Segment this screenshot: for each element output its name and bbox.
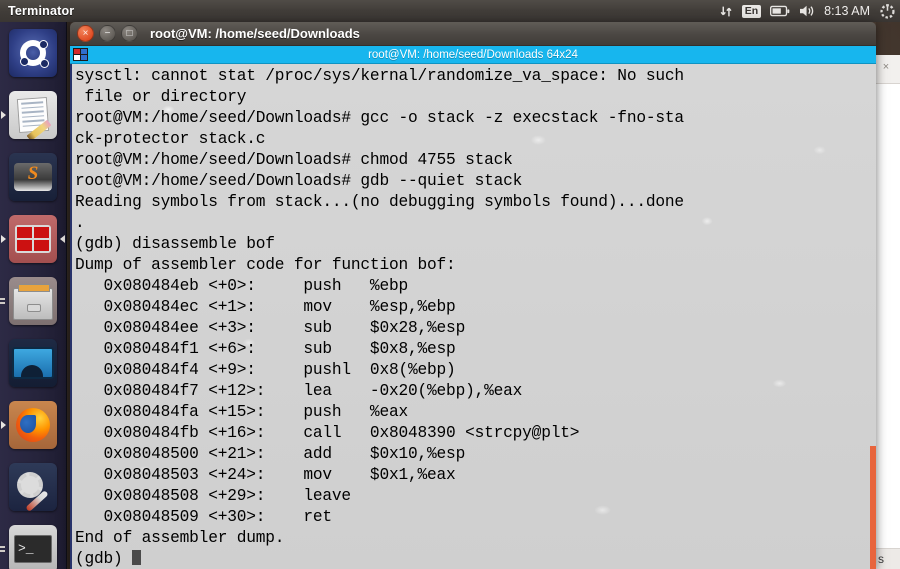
window-close-button[interactable]: × — [77, 25, 94, 42]
wireshark-fin-icon — [9, 339, 57, 387]
terminal-line: 0x08048508 <+29>: leave — [75, 487, 352, 505]
terminal-body[interactable]: sysctl: cannot stat /proc/sys/kernal/ran… — [70, 64, 876, 569]
sublime-s-icon: S — [9, 153, 57, 201]
screen: × s Terminator En 8:13 AM S >_ × − □ roo… — [0, 0, 900, 569]
firefox-icon — [9, 401, 57, 449]
system-tray: En 8:13 AM — [720, 0, 896, 22]
terminal-line: ck-protector stack.c — [75, 130, 266, 148]
terminal-scrollbar[interactable] — [870, 64, 876, 569]
file-cabinet-icon — [9, 277, 57, 325]
window-minimize-button[interactable]: − — [99, 25, 116, 42]
background-window-statusbar: s — [874, 548, 900, 569]
launcher-item-text-editor[interactable] — [0, 84, 66, 146]
keyboard-language-indicator[interactable]: En — [741, 4, 762, 18]
terminal-line: End of assembler dump. — [75, 529, 285, 547]
terminal-line: (gdb) disassemble bof — [75, 235, 275, 253]
clock[interactable]: 8:13 AM — [824, 4, 870, 18]
terminal-line: 0x080484f7 <+12>: lea -0x20(%ebp),%eax — [75, 382, 523, 400]
terminal-cursor — [132, 550, 142, 565]
focused-indicator — [60, 235, 65, 243]
terminal-scrollbar-thumb[interactable] — [870, 446, 876, 569]
ubuntu-logo-icon — [9, 29, 57, 77]
launcher-item-firefox[interactable] — [0, 394, 66, 456]
background-window-close-icon[interactable]: × — [879, 60, 893, 74]
terminal-tab-bar[interactable]: root@VM: /home/seed/Downloads 64x24 — [70, 46, 876, 64]
terminator-window[interactable]: × − □ root@VM: /home/seed/Downloads root… — [70, 22, 876, 569]
running-indicator — [0, 544, 5, 554]
terminal-line: 0x080484eb <+0>: push %ebp — [75, 277, 409, 295]
terminal-line: 0x080484f1 <+6>: sub $0x8,%esp — [75, 340, 456, 358]
window-maximize-button[interactable]: □ — [121, 25, 138, 42]
terminal-line: Dump of assembler code for function bof: — [75, 256, 456, 274]
volume-icon[interactable] — [799, 4, 815, 18]
gear-icon[interactable] — [879, 3, 896, 20]
running-indicator — [1, 421, 6, 429]
launcher-item-ubuntu-dash[interactable] — [0, 22, 66, 84]
terminal-line: 0x080484fb <+16>: call 0x8048390 <strcpy… — [75, 424, 580, 442]
terminal-line: root@VM:/home/seed/Downloads# chmod 4755… — [75, 151, 513, 169]
terminal-line: 0x08048503 <+24>: mov $0x1,%eax — [75, 466, 456, 484]
unity-launcher: S >_ — [0, 22, 67, 569]
terminal-line: root@VM:/home/seed/Downloads# gdb --quie… — [75, 172, 523, 190]
background-window[interactable] — [874, 62, 900, 569]
app-menu-title[interactable]: Terminator — [8, 4, 74, 18]
terminal-line: root@VM:/home/seed/Downloads# gcc -o sta… — [75, 109, 684, 127]
terminal-line: . — [75, 214, 85, 232]
gear-wrench-icon — [9, 463, 57, 511]
launcher-item-terminal[interactable]: >_ — [0, 518, 66, 569]
document-pencil-icon — [9, 91, 57, 139]
terminator-titlebar[interactable]: × − □ root@VM: /home/seed/Downloads — [70, 22, 876, 46]
terminal-line: 0x08048509 <+30>: ret — [75, 508, 333, 526]
launcher-item-wireshark[interactable] — [0, 332, 66, 394]
launcher-item-file-manager[interactable] — [0, 270, 66, 332]
launcher-item-terminator[interactable] — [0, 208, 66, 270]
terminal-line: 0x080484ee <+3>: sub $0x28,%esp — [75, 319, 466, 337]
terminal-line: Reading symbols from stack...(no debuggi… — [75, 193, 684, 211]
running-indicator — [1, 111, 6, 119]
window-title: root@VM: /home/seed/Downloads — [150, 26, 360, 41]
terminator-panes-icon — [9, 215, 57, 263]
running-indicator — [0, 296, 5, 306]
launcher-item-system-settings[interactable] — [0, 456, 66, 518]
terminal-line: sysctl: cannot stat /proc/sys/kernal/ran… — [75, 67, 684, 85]
launcher-item-sublime-text[interactable]: S — [0, 146, 66, 208]
terminal-line: 0x080484ec <+1>: mov %esp,%ebp — [75, 298, 456, 316]
terminal-line: (gdb) — [75, 549, 876, 569]
top-panel: Terminator En 8:13 AM — [0, 0, 900, 22]
running-indicator — [1, 235, 6, 243]
terminal-tab-title: root@VM: /home/seed/Downloads 64x24 — [368, 48, 578, 61]
terminal-line: 0x080484f4 <+9>: pushl 0x8(%ebp) — [75, 361, 456, 379]
terminal-prompt-icon: >_ — [9, 525, 57, 569]
terminal-line: 0x08048500 <+21>: add $0x10,%esp — [75, 445, 466, 463]
terminal-line: file or directory — [75, 88, 247, 106]
network-updown-icon[interactable] — [720, 5, 733, 18]
terminal-line: 0x080484fa <+15>: push %eax — [75, 403, 409, 421]
terminal-output: sysctl: cannot stat /proc/sys/kernal/ran… — [72, 64, 876, 569]
battery-icon[interactable] — [770, 5, 790, 17]
